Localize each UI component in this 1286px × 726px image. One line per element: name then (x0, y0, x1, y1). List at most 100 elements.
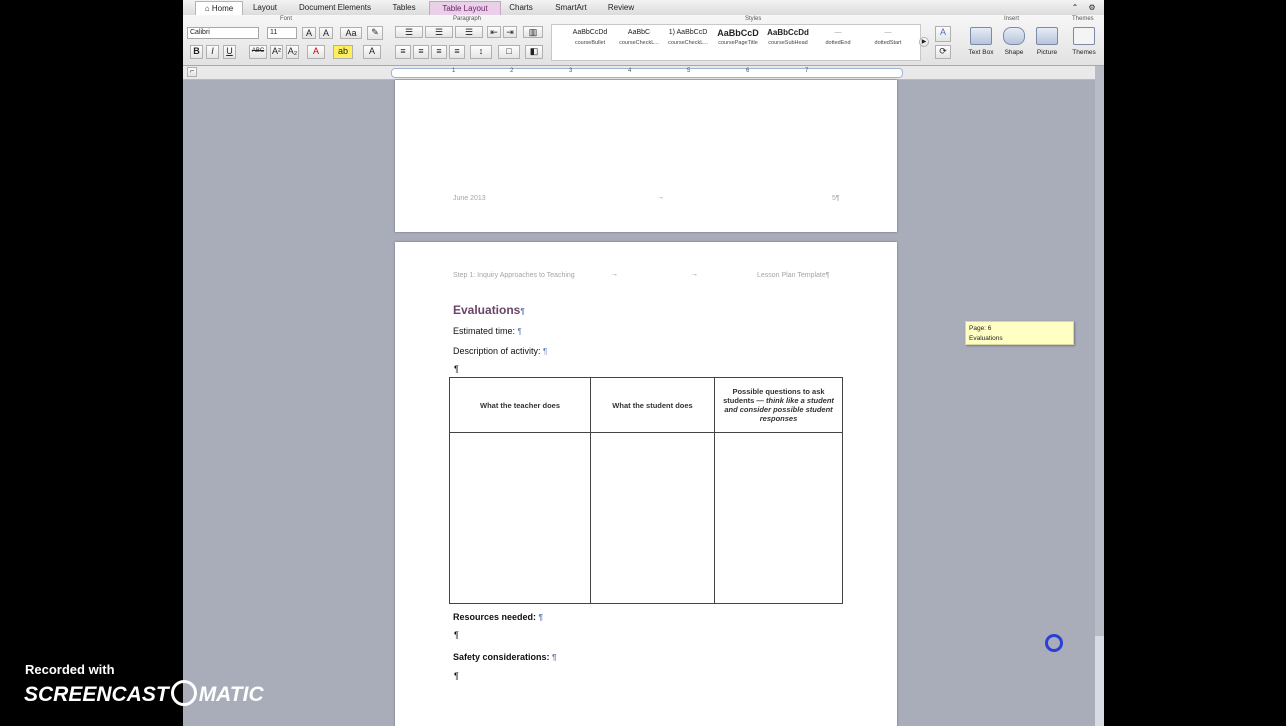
ruler-number: 4 (628, 68, 632, 74)
font-size-select[interactable]: 11 (267, 27, 297, 39)
tab-stop-selector[interactable]: ⌐ (187, 67, 197, 77)
empty-paragraph[interactable]: ¶ (454, 671, 459, 681)
columns-button[interactable]: ▥ (523, 26, 543, 38)
line-spacing-button[interactable]: ↕ (470, 45, 492, 59)
style-name: courseCheckL... (668, 40, 708, 46)
insert-label: Text Box (968, 49, 994, 56)
text-effects-button[interactable]: A (363, 45, 381, 59)
insert-shape[interactable]: Shape (1000, 27, 1028, 56)
table-cell[interactable] (449, 432, 591, 604)
tab-review[interactable]: Review (601, 1, 641, 14)
shading-icon[interactable]: ◧ (525, 45, 543, 59)
pilcrow: ¶ (517, 327, 522, 336)
tab-tables[interactable]: Tables (385, 1, 423, 14)
style-name: courseSubHead (768, 40, 808, 46)
pilcrow: ¶ (520, 307, 525, 316)
tooltip-page: Page: 6 (969, 325, 992, 332)
empty-paragraph[interactable]: ¶ (454, 364, 459, 374)
table-header-cell[interactable]: Possible questions to ask students — thi… (714, 377, 843, 433)
pilcrow: ¶ (543, 347, 548, 356)
superscript-button[interactable]: A² (270, 45, 283, 59)
insert-picture[interactable]: Picture (1032, 27, 1062, 56)
align-right-button[interactable]: ≡ (431, 45, 447, 59)
underline-button[interactable]: U (223, 45, 236, 59)
style-course-bullet[interactable]: AaBbCcDd courseBullet (567, 26, 613, 46)
table-header-cell[interactable]: What the teacher does (449, 377, 591, 433)
style-course-check-1[interactable]: AaBbC courseCheckL... (616, 26, 662, 46)
page-6: Step 1: Inquiry Approaches to Teaching →… (395, 242, 897, 726)
section-heading[interactable]: Evaluations¶ (453, 303, 525, 317)
insert-text-box[interactable]: Text Box (965, 27, 997, 56)
multilevel-list-button[interactable]: ☰ (455, 26, 483, 38)
header-left: Step 1: Inquiry Approaches to Teaching (453, 272, 575, 279)
ruler-number: 2 (510, 68, 514, 74)
italic-button[interactable]: I (206, 45, 219, 59)
header-tab-arrow: → (611, 271, 618, 278)
grow-font-button[interactable]: A (302, 27, 316, 39)
increase-indent-button[interactable]: ⇥ (503, 26, 517, 38)
style-name: coursePageTitle (718, 40, 758, 46)
gear-icon[interactable]: ⚙ (1085, 1, 1099, 14)
justify-button[interactable]: ≡ (449, 45, 465, 59)
vertical-scrollbar[interactable] (1095, 66, 1104, 726)
numbering-button[interactable]: ☰ (425, 26, 453, 38)
clear-format-icon[interactable]: ✎ (367, 26, 383, 40)
change-case-button[interactable]: Aa (340, 27, 362, 39)
themes-button[interactable]: Themes (1069, 27, 1099, 56)
ruler-number: 5 (687, 68, 691, 74)
highlight-button[interactable]: ab (333, 45, 353, 59)
tab-table-layout[interactable]: Table Layout (429, 1, 501, 15)
tab-charts[interactable]: Charts (503, 1, 539, 14)
strikethrough-button[interactable]: ABC (249, 45, 267, 59)
resources-label: Resources needed: (453, 612, 537, 622)
style-sample: AaBbC (627, 29, 651, 36)
shrink-font-button[interactable]: A (319, 27, 333, 39)
group-label-font: Font (280, 16, 293, 22)
style-course-check-2[interactable]: 1) AaBbCcD courseCheckL... (665, 26, 711, 46)
bold-button[interactable]: B (190, 45, 203, 59)
description-line[interactable]: Description of activity: ¶ (453, 346, 547, 356)
styles-pane-icon[interactable]: A (935, 26, 951, 42)
bullets-button[interactable]: ☰ (395, 26, 423, 38)
align-center-button[interactable]: ≡ (413, 45, 429, 59)
borders-button[interactable]: □ (498, 45, 520, 59)
estimated-time-line[interactable]: Estimated time: ¶ (453, 326, 522, 336)
ruler-number: 1 (452, 68, 456, 74)
description-label: Description of activity: (453, 346, 541, 356)
empty-paragraph[interactable]: ¶ (454, 630, 459, 640)
ruler-bar: ⌐ 1 2 3 4 5 6 7 (183, 66, 1104, 80)
table-cell[interactable] (590, 432, 715, 604)
group-label-styles: Styles (745, 16, 762, 22)
horizontal-ruler[interactable]: 1 2 3 4 5 6 7 (391, 68, 903, 78)
themes-icon (1073, 27, 1095, 45)
tab-document-elements[interactable]: Document Elements (291, 1, 379, 14)
style-dotted-end[interactable]: — dottedEnd (815, 26, 861, 46)
ruler-number: 7 (805, 68, 809, 74)
style-course-page-title[interactable]: AaBbCcD coursePageTitle (715, 26, 761, 46)
font-color-button[interactable]: A (307, 45, 325, 59)
pilcrow: ¶ (552, 653, 557, 662)
tab-home[interactable]: ⌂ Home (195, 1, 243, 15)
tab-smartart[interactable]: SmartArt (547, 1, 595, 14)
ruler-number: 6 (746, 68, 750, 74)
decrease-indent-button[interactable]: ⇤ (487, 26, 501, 38)
table-header-cell[interactable]: What the student does (590, 377, 715, 433)
manage-styles-icon[interactable]: ⟳ (935, 45, 951, 59)
subscript-button[interactable]: A₂ (286, 45, 299, 59)
table-cell[interactable] (714, 432, 843, 604)
style-course-subhead[interactable]: AaBbCcDd courseSubHead (765, 26, 811, 46)
tab-layout[interactable]: Layout (247, 1, 283, 14)
group-label-themes: Themes (1072, 16, 1094, 22)
footer-date: June 2013 (453, 195, 486, 202)
safety-line[interactable]: Safety considerations: ¶ (453, 652, 557, 662)
collapse-ribbon-icon[interactable]: ⌃ (1069, 1, 1081, 14)
scrollbar-thumb[interactable] (1095, 636, 1104, 726)
resources-line[interactable]: Resources needed: ¶ (453, 612, 543, 622)
header-tab-arrow: → (691, 271, 698, 278)
mouse-cursor-highlight (1045, 634, 1063, 652)
watermark-matic: MATIC (198, 683, 264, 706)
styles-next-icon[interactable]: ▶ (919, 37, 929, 47)
style-dotted-start[interactable]: — dottedStart (865, 26, 911, 46)
align-left-button[interactable]: ≡ (395, 45, 411, 59)
font-name-select[interactable]: Calibri (187, 27, 259, 39)
